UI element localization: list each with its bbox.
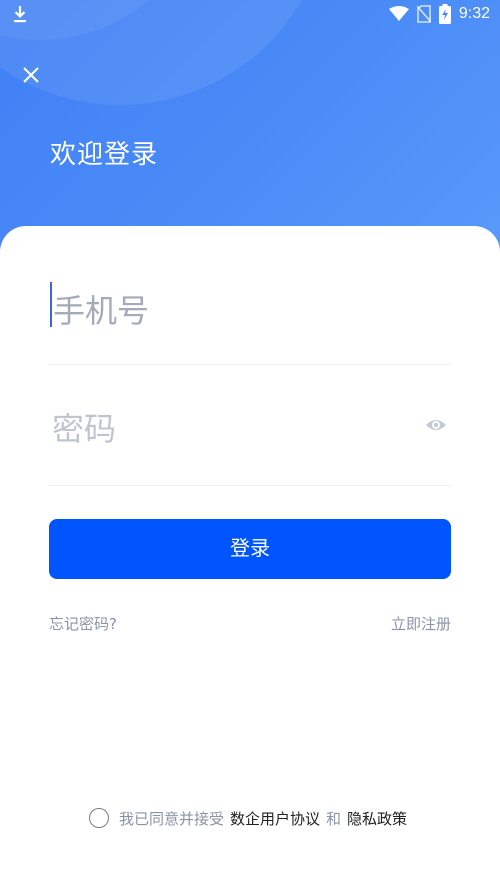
close-icon[interactable] [18, 62, 44, 88]
eye-icon[interactable] [425, 414, 447, 436]
phone-input[interactable]: 手机号 [49, 268, 451, 365]
password-placeholder: 密码 [52, 410, 117, 448]
agreement-radio[interactable] [89, 808, 109, 828]
privacy-policy-link[interactable]: 隐私政策 [347, 808, 407, 829]
login-button[interactable]: 登录 [49, 519, 451, 579]
page-title: 欢迎登录 [50, 140, 159, 170]
agreement-and: 和 [326, 809, 342, 828]
agreement-row: 我已同意并接受 数企用户协议 和 隐私政策 [89, 806, 407, 830]
forgot-password-link[interactable]: 忘记密码? [49, 613, 117, 634]
status-bar: 9:32 [0, 0, 500, 28]
user-agreement-link[interactable]: 数企用户协议 [230, 808, 320, 829]
download-icon [14, 6, 26, 23]
password-input[interactable]: 密码 [49, 386, 451, 486]
text-cursor [50, 282, 52, 327]
battery-charging-icon [438, 4, 451, 24]
phone-placeholder: 手机号 [53, 292, 150, 330]
no-sim-icon [416, 5, 431, 23]
wifi-icon [388, 6, 409, 21]
agreement-prefix: 我已同意并接受 [119, 809, 225, 828]
status-time: 9:32 [458, 5, 490, 22]
register-link[interactable]: 立即注册 [391, 613, 451, 634]
